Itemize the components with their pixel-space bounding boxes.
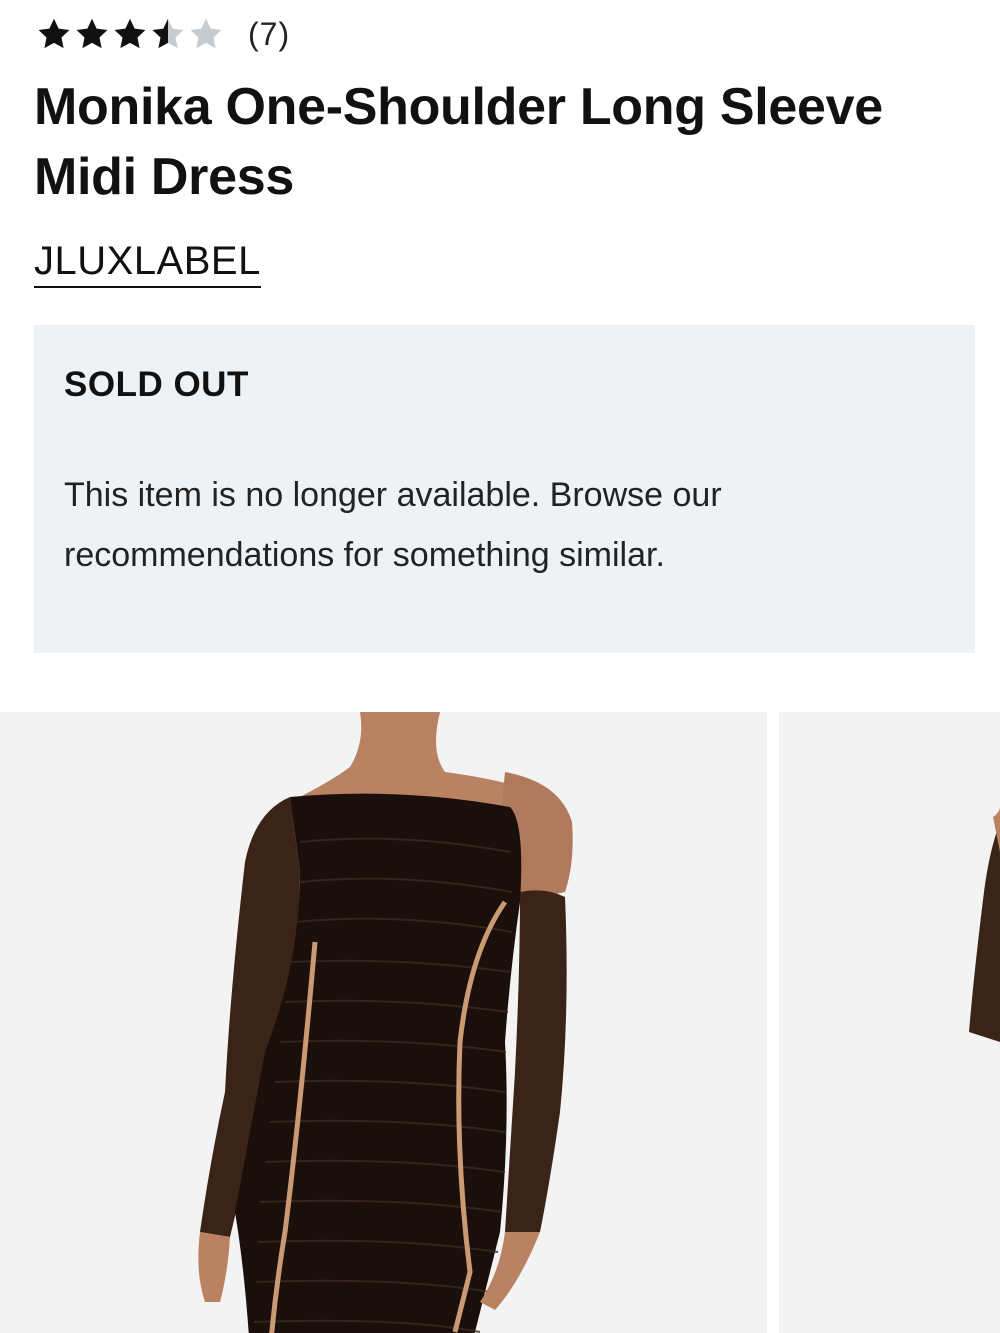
brand-link[interactable]: JLUXLABEL	[34, 236, 261, 288]
rating-row[interactable]: (7)	[36, 12, 290, 56]
product-title: Monika One-Shoulder Long Sleeve Midi Dre…	[34, 78, 883, 206]
sold-out-notice: SOLD OUT This item is no longer availabl…	[34, 325, 975, 653]
star-icon	[76, 18, 108, 49]
dress-photo-alt	[779, 712, 1000, 1333]
half-star-icon	[152, 18, 184, 49]
sold-out-heading: SOLD OUT	[64, 365, 249, 404]
product-image-main[interactable]	[0, 712, 767, 1333]
star-icon	[38, 18, 70, 49]
product-image-carousel[interactable]	[0, 712, 1000, 1333]
product-image-secondary[interactable]	[779, 712, 1000, 1333]
star-icon	[114, 18, 146, 49]
star-rating	[36, 16, 224, 52]
sold-out-message: This item is no longer available. Browse…	[64, 476, 722, 574]
review-count-link[interactable]: (7)	[248, 16, 290, 53]
empty-star-icon	[190, 18, 222, 49]
dress-photo	[0, 712, 767, 1333]
